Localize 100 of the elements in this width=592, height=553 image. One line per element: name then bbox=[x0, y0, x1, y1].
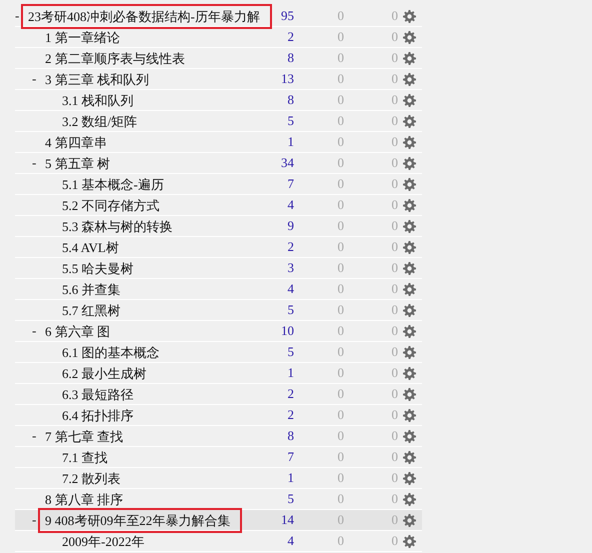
tree-row[interactable]: 6.4 拓扑排序 2 0 0 bbox=[15, 405, 422, 426]
gear-icon[interactable] bbox=[403, 10, 416, 22]
gear-icon[interactable] bbox=[403, 472, 416, 484]
gear-icon[interactable] bbox=[403, 52, 416, 64]
collapse-toggle[interactable]: - bbox=[32, 426, 45, 446]
tree-row[interactable]: - 23考研408冲刺必备数据结构-历年暴力解 95 0 0 bbox=[15, 6, 422, 27]
tree-row[interactable]: 6.2 最小生成树 1 0 0 bbox=[15, 363, 422, 384]
count-text: 2 bbox=[286, 28, 294, 46]
count-text: 5 bbox=[286, 490, 294, 508]
collapse-toggle[interactable]: - bbox=[15, 6, 28, 26]
node-label[interactable]: 8 第八章 排序 bbox=[45, 490, 123, 508]
node-label[interactable]: 6.2 最小生成树 bbox=[62, 364, 146, 382]
tree-row[interactable]: 3.2 数组/矩阵 5 0 0 bbox=[15, 111, 422, 132]
tree-row[interactable]: - 6 第六章 图 10 0 0 bbox=[15, 321, 422, 342]
gear-icon[interactable] bbox=[403, 262, 416, 274]
tree-row[interactable]: 5.4 AVL树 2 0 0 bbox=[15, 237, 422, 258]
zero-count-text: 0 bbox=[336, 301, 344, 320]
zero-count-text: 0 bbox=[390, 217, 398, 236]
zero-count-text: 0 bbox=[336, 511, 344, 530]
node-label[interactable]: 5 第五章 树 bbox=[45, 154, 110, 172]
node-label[interactable]: 3.2 数组/矩阵 bbox=[62, 112, 138, 130]
tree-row[interactable]: - 3 第三章 栈和队列 13 0 0 bbox=[15, 69, 422, 90]
zero-count-text: 0 bbox=[336, 280, 344, 298]
tree-row[interactable]: 5.6 并查集 4 0 0 bbox=[15, 279, 422, 300]
count-text: 9 bbox=[286, 217, 294, 236]
node-label[interactable]: 5.2 不同存储方式 bbox=[62, 196, 160, 214]
node-label[interactable]: 5.3 森林与树的转换 bbox=[62, 218, 172, 234]
node-label[interactable]: 5.6 并查集 bbox=[62, 280, 120, 298]
zero-count-text: 0 bbox=[390, 49, 398, 68]
gear-icon[interactable] bbox=[403, 94, 416, 106]
gear-icon[interactable] bbox=[403, 72, 416, 86]
tree-row[interactable]: 5.5 哈夫曼树 3 0 0 bbox=[15, 258, 422, 279]
zero-count-text: 0 bbox=[336, 70, 344, 88]
gear-icon[interactable] bbox=[403, 240, 416, 254]
tree-row[interactable]: 2 第二章顺序表与线性表 8 0 0 bbox=[15, 48, 422, 69]
node-label[interactable]: 3.1 栈和队列 bbox=[62, 92, 134, 108]
gear-icon[interactable] bbox=[403, 408, 416, 422]
gear-icon[interactable] bbox=[403, 450, 416, 464]
gear-icon[interactable] bbox=[403, 430, 416, 442]
gear-icon[interactable] bbox=[403, 30, 416, 44]
gear-icon[interactable] bbox=[403, 178, 416, 190]
tree-row[interactable]: 1 第一章绪论 2 0 0 bbox=[15, 27, 422, 48]
tree-row[interactable]: 6.3 最短路径 2 0 0 bbox=[15, 384, 422, 405]
gear-icon[interactable] bbox=[403, 514, 416, 526]
tree-row[interactable]: - 9 408考研09年至22年暴力解合集 14 0 0 bbox=[15, 510, 422, 531]
gear-icon[interactable] bbox=[403, 388, 416, 400]
node-label[interactable]: 6 第六章 图 bbox=[45, 322, 110, 340]
node-label[interactable]: 6.3 最短路径 bbox=[62, 386, 134, 402]
collapse-toggle[interactable]: - bbox=[32, 510, 45, 530]
node-label[interactable]: 6.1 图的基本概念 bbox=[62, 344, 160, 360]
tree-row[interactable]: 6.1 图的基本概念 5 0 0 bbox=[15, 342, 422, 363]
zero-count-text: 0 bbox=[390, 322, 398, 340]
tree-row[interactable]: - 7 第七章 查找 8 0 0 bbox=[15, 426, 422, 447]
gear-icon[interactable] bbox=[403, 114, 416, 128]
zero-count-text: 0 bbox=[390, 532, 398, 550]
tree-row[interactable]: 5.2 不同存储方式 4 0 0 bbox=[15, 195, 422, 216]
gear-icon[interactable] bbox=[403, 136, 416, 148]
node-label[interactable]: 7 第七章 查找 bbox=[45, 428, 123, 444]
tree-row[interactable]: 5.7 红黑树 5 0 0 bbox=[15, 300, 422, 321]
node-label[interactable]: 5.7 红黑树 bbox=[62, 302, 120, 318]
zero-count-text: 0 bbox=[390, 91, 398, 110]
tree-row[interactable]: 7.2 散列表 1 0 0 bbox=[15, 468, 422, 489]
tree-row[interactable]: - 5 第五章 树 34 0 0 bbox=[15, 153, 422, 174]
collapse-toggle[interactable]: - bbox=[32, 153, 45, 173]
gear-icon[interactable] bbox=[403, 156, 416, 170]
node-label[interactable]: 7.2 散列表 bbox=[62, 470, 120, 486]
node-label[interactable]: 5.4 AVL树 bbox=[62, 238, 119, 256]
node-label[interactable]: 2009年-2022年 bbox=[62, 532, 144, 550]
tree-row[interactable]: 5.1 基本概念-遍历 7 0 0 bbox=[15, 174, 422, 195]
node-label[interactable]: 2 第二章顺序表与线性表 bbox=[45, 50, 185, 66]
gear-icon[interactable] bbox=[403, 198, 416, 212]
count-text: 34 bbox=[280, 154, 294, 172]
node-label[interactable]: 3 第三章 栈和队列 bbox=[45, 70, 149, 88]
node-label[interactable]: 5.1 基本概念-遍历 bbox=[62, 176, 164, 192]
gear-icon[interactable] bbox=[403, 534, 416, 548]
tree-row[interactable]: 2009年-2022年 4 0 0 bbox=[15, 531, 422, 552]
gear-icon[interactable] bbox=[403, 324, 416, 338]
tree-row[interactable]: 7.1 查找 7 0 0 bbox=[15, 447, 422, 468]
node-label[interactable]: 5.5 哈夫曼树 bbox=[62, 260, 134, 276]
gear-icon[interactable] bbox=[403, 220, 416, 232]
node-label[interactable]: 4 第四章串 bbox=[45, 134, 107, 150]
gear-icon[interactable] bbox=[403, 346, 416, 358]
tree-row[interactable]: 3.1 栈和队列 8 0 0 bbox=[15, 90, 422, 111]
count-text: 7 bbox=[286, 448, 294, 466]
count-text: 14 bbox=[280, 511, 294, 530]
node-label[interactable]: 6.4 拓扑排序 bbox=[62, 406, 134, 424]
count-text: 2 bbox=[286, 238, 294, 256]
node-label[interactable]: 7.1 查找 bbox=[62, 448, 108, 466]
tree-row[interactable]: 5.3 森林与树的转换 9 0 0 bbox=[15, 216, 422, 237]
gear-icon[interactable] bbox=[403, 282, 416, 296]
zero-count-text: 0 bbox=[336, 490, 344, 508]
collapse-toggle[interactable]: - bbox=[32, 69, 45, 89]
collapse-toggle[interactable]: - bbox=[32, 321, 45, 341]
gear-icon[interactable] bbox=[403, 492, 416, 506]
node-label[interactable]: 1 第一章绪论 bbox=[45, 28, 120, 46]
gear-icon[interactable] bbox=[403, 304, 416, 316]
zero-count-text: 0 bbox=[336, 532, 344, 550]
gear-icon[interactable] bbox=[403, 366, 416, 380]
count-text: 4 bbox=[286, 532, 294, 550]
tree-row[interactable]: 4 第四章串 1 0 0 bbox=[15, 132, 422, 153]
